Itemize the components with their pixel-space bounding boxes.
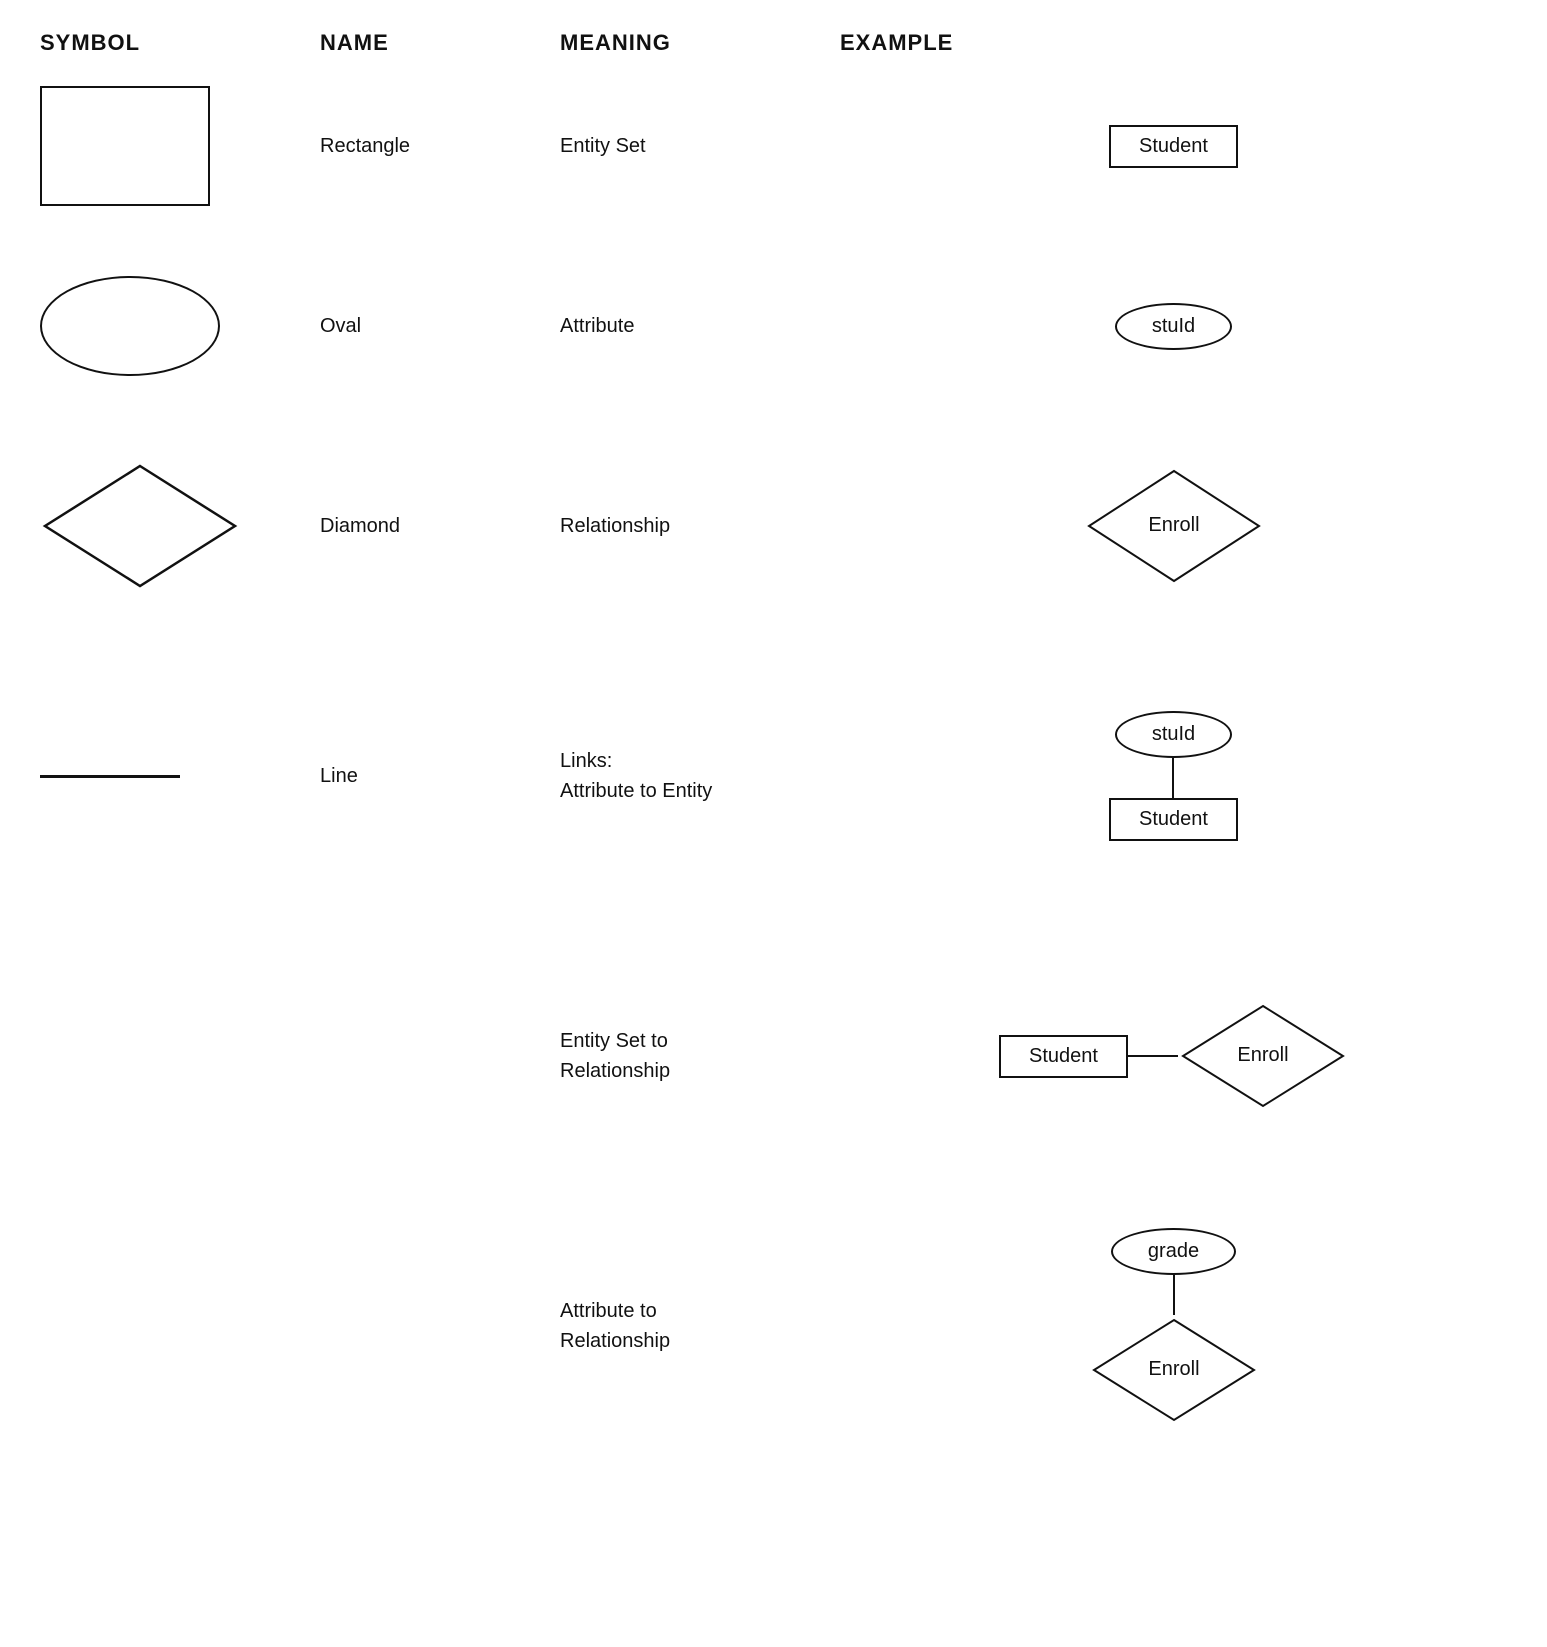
row-rectangle: Rectangle Entity Set Student [40, 66, 1507, 226]
rectangle-shape [40, 86, 210, 206]
diamond-shape [40, 461, 240, 591]
meaning-diamond: Relationship [560, 515, 840, 538]
rows-container: Rectangle Entity Set Student Oval Attrib… [0, 66, 1547, 1466]
example-oval-shape: stuId [1115, 303, 1232, 350]
row-oval: Oval Attribute stuId [40, 246, 1507, 406]
symbol-diamond [40, 441, 320, 611]
example-diamond: Enroll [840, 466, 1507, 586]
col-header-name: NAME [320, 30, 560, 56]
table-header: SYMBOL NAME MEANING EXAMPLE [0, 0, 1547, 66]
name-line: Line [320, 765, 560, 788]
example-rect-shape: Student [1109, 125, 1238, 168]
example-rectangle: Student [840, 125, 1507, 168]
link-example: stuId Student [1109, 711, 1238, 841]
row-entity-set-to-relationship: Entity Set to Relationship Student Enrol… [40, 946, 1507, 1166]
row-diamond: Diamond Relationship Enroll [40, 426, 1507, 626]
meaning-line: Links: Attribute to Entity [560, 746, 840, 806]
svg-text:Enroll: Enroll [1148, 1358, 1199, 1380]
col-header-example: EXAMPLE [840, 30, 1507, 56]
meaning-ent-rel: Entity Set to Relationship [560, 1026, 840, 1086]
name-rectangle: Rectangle [320, 135, 560, 158]
symbol-oval [40, 256, 320, 396]
name-diamond: Diamond [320, 515, 560, 538]
meaning-attr-rel: Attribute to Relationship [560, 1296, 840, 1356]
example-line: stuId Student [840, 711, 1507, 841]
symbol-line [40, 755, 320, 798]
attr-rel-diamond: Enroll [1089, 1315, 1259, 1425]
col-header-meaning: MEANING [560, 30, 840, 56]
attr-rel-connector [1173, 1275, 1175, 1315]
link-vertical-line [1172, 758, 1174, 798]
row-attribute-to-relationship: Attribute to Relationship grade Enroll [40, 1186, 1507, 1466]
svg-text:Enroll: Enroll [1148, 514, 1199, 536]
name-oval: Oval [320, 315, 560, 338]
example-ent-rel: Student Enroll [840, 1001, 1507, 1111]
example-attr-rel: grade Enroll [840, 1228, 1507, 1425]
svg-text:Enroll: Enroll [1237, 1044, 1288, 1066]
page-container: SYMBOL NAME MEANING EXAMPLE Rectangle En… [0, 0, 1547, 1466]
ent-rel-connector [1128, 1055, 1178, 1057]
line-shape [40, 775, 180, 778]
example-diamond-shape: Enroll [1084, 466, 1264, 586]
link-rect: Student [1109, 798, 1238, 841]
symbol-rectangle [40, 66, 320, 226]
col-header-symbol: SYMBOL [40, 30, 320, 56]
meaning-rectangle: Entity Set [560, 135, 840, 158]
link-oval: stuId [1115, 711, 1232, 758]
oval-shape [40, 276, 220, 376]
row-line: Line Links: Attribute to Entity stuId St… [40, 646, 1507, 906]
ent-rel-rect: Student [999, 1035, 1128, 1078]
meaning-oval: Attribute [560, 315, 840, 338]
example-oval: stuId [840, 303, 1507, 350]
attr-rel-oval: grade [1111, 1228, 1236, 1275]
ent-rel-diagram: Student Enroll [999, 1001, 1348, 1111]
ent-rel-diamond: Enroll [1178, 1001, 1348, 1111]
attr-rel-diagram: grade Enroll [1089, 1228, 1259, 1425]
